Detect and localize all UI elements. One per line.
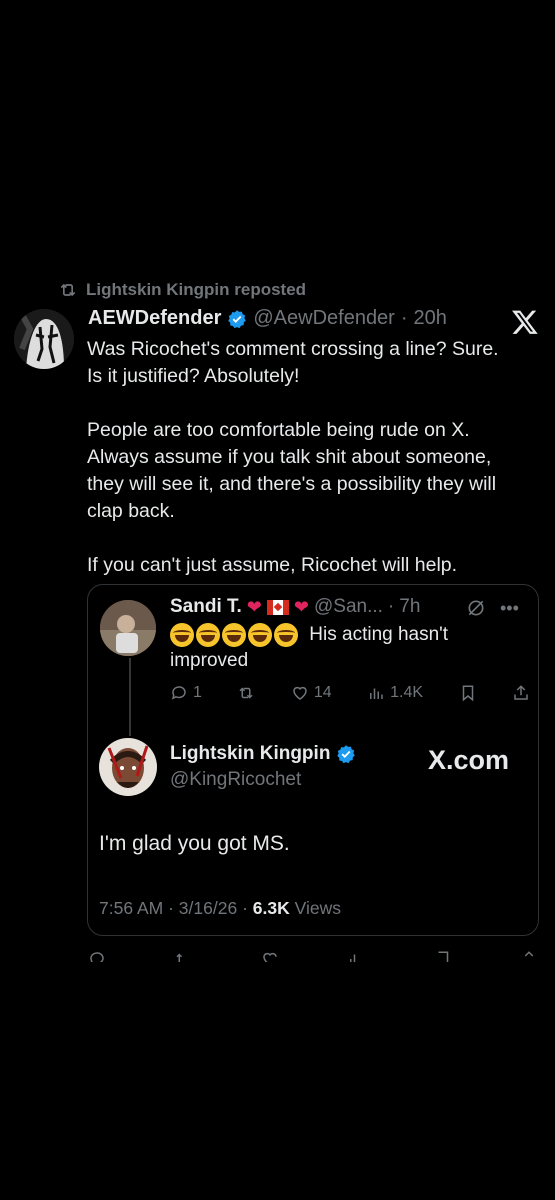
laughing-emoji-row <box>170 622 298 647</box>
xcom-watermark: X.com <box>428 745 510 775</box>
post-line: clap back. <box>87 500 175 522</box>
post-body: Was Ricochet's comment crossing a line? … <box>87 336 547 579</box>
post-line: Is it justified? Absolutely! <box>87 365 300 387</box>
post-time[interactable]: 20h <box>414 307 447 330</box>
quoted-author-avatar[interactable] <box>99 738 157 796</box>
quoted-tweet-meta: 7:56 AM · 3/16/26 · 6.3K Views <box>99 898 341 919</box>
laughing-emoji-icon <box>170 622 194 647</box>
heart-icon: ❤ <box>246 596 262 617</box>
separator-dot: · <box>242 898 248 918</box>
canada-flag-icon <box>266 599 289 615</box>
repost-header[interactable]: Lightskin Kingpin reposted <box>58 280 306 300</box>
reply-count: 1 <box>193 684 202 701</box>
more-options-icon[interactable]: ••• <box>500 598 519 619</box>
share-button[interactable] <box>512 684 530 702</box>
quoted-author-name[interactable]: Lightskin Kingpin <box>170 743 330 765</box>
views-chart-icon <box>370 688 383 699</box>
reply-author-handle[interactable]: @San... <box>314 596 383 618</box>
quoted-tweet-views-label: Views <box>294 898 341 918</box>
separator-dot: · <box>168 898 174 918</box>
reply-time: 7h <box>399 596 421 617</box>
repost-icon <box>60 283 76 297</box>
repost-icon <box>176 953 183 962</box>
share-icon <box>514 685 528 700</box>
share-icon <box>524 951 534 957</box>
reply-header: Sandi T. ❤ ❤ @San... · 7h <box>170 596 420 618</box>
post-line: they will see it, and there's a possibil… <box>87 473 497 495</box>
post-line: Always assume if you talk shit about som… <box>87 446 492 468</box>
reply-header-icons: ••• <box>466 598 519 619</box>
bookmark-button[interactable] <box>459 684 477 702</box>
like-count: 14 <box>313 684 332 701</box>
laughing-emoji-icon <box>196 622 220 647</box>
post-line: People are too comfortable being rude on… <box>87 419 470 441</box>
quoted-tweet-date: 3/16/26 <box>178 898 238 918</box>
x-logo-icon <box>512 310 538 334</box>
heart-outline-icon <box>263 952 277 962</box>
repost-button[interactable] <box>237 684 255 702</box>
comment-icon <box>171 686 186 700</box>
verified-badge-icon <box>228 309 247 328</box>
verified-badge-icon <box>337 745 356 764</box>
heart-outline-icon <box>293 686 307 700</box>
author-avatar[interactable] <box>14 309 74 369</box>
quoted-author-header: Lightskin Kingpin <box>170 743 356 765</box>
thread-line <box>129 658 131 736</box>
bookmark-icon <box>438 951 448 962</box>
post-header: AEWDefender @AewDefender · 20h <box>88 307 447 330</box>
views-button[interactable]: 1.4K <box>367 684 423 702</box>
quoted-author-handle[interactable]: @KingRicochet <box>170 769 301 791</box>
repost-icon <box>239 687 253 699</box>
views-chart-icon <box>350 954 356 962</box>
comment-icon <box>90 952 104 962</box>
reply-body: His acting hasn't improved <box>170 622 530 674</box>
quoted-tweet-text: I'm glad you got MS. <box>99 832 290 855</box>
quoted-tweet-views-count: 6.3K <box>252 898 290 918</box>
separator-dot: · <box>400 307 408 329</box>
reply-button[interactable]: 1 <box>170 684 202 702</box>
repost-label: Lightskin Kingpin reposted <box>86 280 307 299</box>
author-handle[interactable]: @AewDefender <box>253 307 394 330</box>
reply-author-avatar[interactable] <box>100 600 156 656</box>
laughing-emoji-icon <box>222 622 246 647</box>
author-name[interactable]: AEWDefender <box>88 307 221 330</box>
quoted-tweet-time: 7:56 AM <box>99 898 164 918</box>
reply-author-name[interactable]: Sandi T. <box>170 596 242 618</box>
cropped-action-bar <box>88 950 538 962</box>
bookmark-icon <box>462 685 473 702</box>
laughing-emoji-icon <box>274 622 298 647</box>
heart-icon: ❤ <box>293 596 309 617</box>
laughing-emoji-icon <box>248 622 272 647</box>
post-line: If you can't just assume, Ricochet will … <box>87 554 458 576</box>
reply-action-bar: 1 14 1.4K <box>170 684 530 702</box>
views-count: 1.4K <box>390 684 424 701</box>
post-line: Was Ricochet's comment crossing a line? … <box>87 338 499 360</box>
grok-icon[interactable] <box>466 598 486 618</box>
separator-dot: · <box>387 596 395 617</box>
like-button[interactable]: 14 <box>291 684 332 702</box>
